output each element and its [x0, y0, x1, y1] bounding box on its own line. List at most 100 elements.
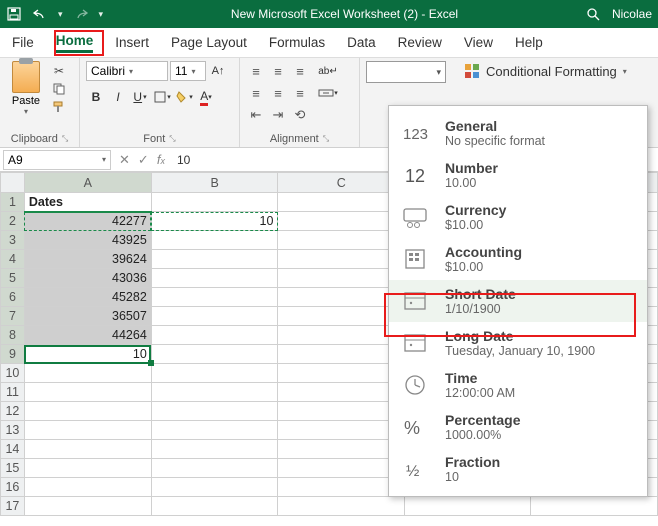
dd-item-number[interactable]: 12 Number10.00: [389, 154, 647, 196]
cut-icon[interactable]: ✂: [50, 63, 68, 79]
cell-a1[interactable]: Dates: [24, 193, 151, 212]
tab-data[interactable]: Data: [347, 35, 376, 50]
redo-icon[interactable]: [73, 6, 89, 22]
row-header[interactable]: 13: [1, 421, 25, 440]
merge-center-icon[interactable]: ▾: [318, 83, 338, 103]
row-header[interactable]: 1: [1, 193, 25, 212]
row-header[interactable]: 5: [1, 269, 25, 288]
dd-sub: 10: [445, 470, 500, 484]
align-top-icon[interactable]: ≡: [246, 61, 266, 81]
row-header[interactable]: 17: [1, 497, 25, 516]
number-format-combo[interactable]: ▾: [366, 61, 446, 83]
row-header[interactable]: 8: [1, 326, 25, 345]
undo-icon[interactable]: [32, 6, 48, 22]
row-header[interactable]: 2: [1, 212, 25, 231]
copy-icon[interactable]: [50, 81, 68, 97]
decrease-indent-icon[interactable]: ⇤: [246, 105, 266, 125]
underline-button[interactable]: U▾: [130, 87, 150, 107]
row-header[interactable]: 14: [1, 440, 25, 459]
row-header[interactable]: 3: [1, 231, 25, 250]
col-header-a[interactable]: A: [24, 173, 151, 193]
row-header[interactable]: 15: [1, 459, 25, 478]
increase-indent-icon[interactable]: ⇥: [268, 105, 288, 125]
row-header[interactable]: 10: [1, 364, 25, 383]
dd-title: Accounting: [445, 244, 522, 260]
align-center-icon[interactable]: ≡: [268, 83, 288, 103]
dd-item-currency[interactable]: Currency$10.00: [389, 196, 647, 238]
align-left-icon[interactable]: ≡: [246, 83, 266, 103]
row-header[interactable]: 9: [1, 345, 25, 364]
cell-a2[interactable]: 42277: [24, 212, 151, 231]
accounting-icon: [399, 244, 433, 274]
bold-button[interactable]: B: [86, 87, 106, 107]
cell[interactable]: 43925: [24, 231, 151, 250]
align-right-icon[interactable]: ≡: [290, 83, 310, 103]
cell[interactable]: [151, 193, 278, 212]
tab-help[interactable]: Help: [515, 35, 543, 50]
save-icon[interactable]: [6, 6, 22, 22]
tab-file[interactable]: File: [12, 35, 34, 50]
align-bottom-icon[interactable]: ≡: [290, 61, 310, 81]
font-size-combo[interactable]: 11▾: [170, 61, 206, 81]
tab-review[interactable]: Review: [398, 35, 442, 50]
row-header[interactable]: 12: [1, 402, 25, 421]
font-launcher-icon[interactable]: ⤡: [169, 134, 175, 144]
orientation-icon[interactable]: ⟲: [290, 105, 310, 125]
undo-dropdown-icon[interactable]: ▾: [58, 9, 63, 20]
col-header-c[interactable]: C: [278, 173, 405, 193]
group-clipboard: Paste ▾ ✂ Clipboard⤡: [0, 58, 80, 147]
tab-formulas[interactable]: Formulas: [269, 35, 325, 50]
row-header[interactable]: 11: [1, 383, 25, 402]
clipboard-launcher-icon[interactable]: ⤡: [62, 134, 68, 144]
number-format-dropdown: 123 GeneralNo specific format 12 Number1…: [388, 105, 648, 497]
row-header[interactable]: 4: [1, 250, 25, 269]
conditional-formatting-button[interactable]: Conditional Formatting ▾: [460, 61, 631, 81]
alignment-launcher-icon[interactable]: ⤡: [323, 134, 329, 144]
cell-b2[interactable]: 10: [151, 212, 278, 231]
wrap-text-icon[interactable]: ab↵: [318, 61, 338, 81]
row-header[interactable]: 16: [1, 478, 25, 497]
tab-insert[interactable]: Insert: [115, 35, 149, 50]
dd-item-time[interactable]: Time12:00:00 AM: [389, 364, 647, 406]
increase-font-icon[interactable]: A↑: [208, 61, 228, 81]
cell[interactable]: 39624: [24, 250, 151, 269]
window-title: New Microsoft Excel Worksheet (2) - Exce…: [103, 7, 586, 21]
tab-home[interactable]: Home: [56, 33, 94, 53]
tab-view[interactable]: View: [464, 35, 493, 50]
align-middle-icon[interactable]: ≡: [268, 61, 288, 81]
border-button[interactable]: ▾: [152, 87, 172, 107]
cell[interactable]: 43036: [24, 269, 151, 288]
search-icon[interactable]: [586, 7, 600, 21]
cell[interactable]: [278, 193, 405, 212]
cancel-formula-icon[interactable]: ✕: [119, 152, 130, 168]
tab-page-layout[interactable]: Page Layout: [171, 35, 247, 50]
dd-item-accounting[interactable]: Accounting$10.00: [389, 238, 647, 280]
user-name[interactable]: Nicolae: [612, 7, 652, 21]
italic-button[interactable]: I: [108, 87, 128, 107]
cell[interactable]: 36507: [24, 307, 151, 326]
dd-item-fraction[interactable]: ½ Fraction10: [389, 448, 647, 490]
select-all-corner[interactable]: [1, 173, 25, 193]
font-name-combo[interactable]: Calibri▾: [86, 61, 168, 81]
enter-formula-icon[interactable]: ✓: [138, 152, 149, 168]
dd-item-short-date[interactable]: Short Date1/10/1900: [389, 280, 647, 322]
paste-button[interactable]: Paste ▾: [6, 61, 46, 116]
cell-a9-active[interactable]: 10: [24, 345, 151, 364]
fx-icon[interactable]: fx: [157, 152, 165, 167]
format-painter-icon[interactable]: [50, 99, 68, 115]
name-box[interactable]: A9 ▾: [3, 150, 111, 170]
qat-customize-icon[interactable]: ▾: [99, 9, 104, 20]
cell[interactable]: 44264: [24, 326, 151, 345]
cell[interactable]: 45282: [24, 288, 151, 307]
row-header[interactable]: 6: [1, 288, 25, 307]
font-color-button[interactable]: A▾: [196, 87, 216, 107]
dd-item-percentage[interactable]: % Percentage1000.00%: [389, 406, 647, 448]
dd-item-general[interactable]: 123 GeneralNo specific format: [389, 112, 647, 154]
svg-text:%: %: [404, 418, 420, 438]
fill-color-button[interactable]: ▾: [174, 87, 194, 107]
dd-title: Number: [445, 160, 498, 176]
font-size-value: 11: [175, 64, 187, 78]
col-header-b[interactable]: B: [151, 173, 278, 193]
row-header[interactable]: 7: [1, 307, 25, 326]
dd-item-long-date[interactable]: Long DateTuesday, January 10, 1900: [389, 322, 647, 364]
